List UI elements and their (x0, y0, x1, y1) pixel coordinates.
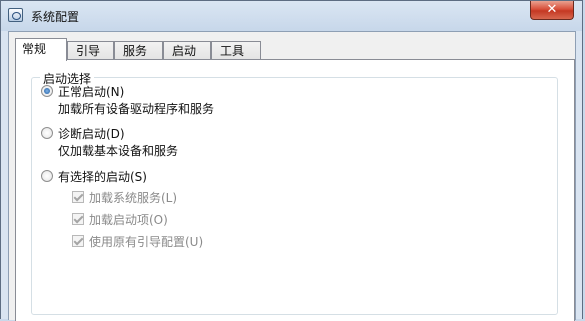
load-system-services-label[interactable]: 加载系统服务(L) (89, 189, 177, 206)
system-config-window: 系统配置 ✕ 常规 引导 服务 启动 工具 启动选择 正常启动(N) 加载所有设… (0, 0, 583, 321)
diagnostic-startup-description: 仅加载基本设备和服务 (58, 144, 179, 158)
diagnostic-startup-radio[interactable] (41, 127, 53, 139)
title-bar[interactable]: 系统配置 ✕ (1, 1, 582, 31)
dialog-client-area: 常规 引导 服务 启动 工具 启动选择 正常启动(N) 加载所有设备驱动程序和服… (8, 31, 576, 321)
tab-startup[interactable]: 启动 (163, 41, 211, 60)
tab-general[interactable]: 常规 (15, 38, 67, 61)
msconfig-app-icon (8, 8, 23, 22)
load-startup-items-checkbox[interactable] (72, 213, 84, 225)
normal-startup-label[interactable]: 正常启动(N) (58, 83, 124, 100)
window-title: 系统配置 (31, 10, 80, 24)
tab-boot[interactable]: 引导 (67, 41, 114, 60)
tab-services[interactable]: 服务 (114, 41, 163, 60)
use-original-boot-config-label[interactable]: 使用原有引导配置(U) (89, 233, 203, 250)
close-button[interactable]: ✕ (530, 1, 574, 20)
load-startup-items-label[interactable]: 加载启动项(O) (89, 211, 168, 228)
close-icon: ✕ (546, 2, 558, 17)
diagnostic-startup-label[interactable]: 诊断启动(D) (58, 125, 125, 142)
tab-tools[interactable]: 工具 (211, 41, 261, 60)
startup-selection-group: 启动选择 正常启动(N) 加载所有设备驱动程序和服务 诊断启动(D) 仅加载基本… (31, 70, 558, 315)
selective-startup-radio[interactable] (41, 170, 53, 182)
use-original-boot-config-checkbox[interactable] (72, 235, 84, 247)
normal-startup-description: 加载所有设备驱动程序和服务 (58, 102, 215, 116)
load-system-services-checkbox[interactable] (72, 191, 84, 203)
normal-startup-radio[interactable] (41, 85, 53, 97)
selective-startup-label[interactable]: 有选择的启动(S) (58, 168, 147, 185)
general-tab-panel: 启动选择 正常启动(N) 加载所有设备驱动程序和服务 诊断启动(D) 仅加载基本… (15, 59, 575, 321)
